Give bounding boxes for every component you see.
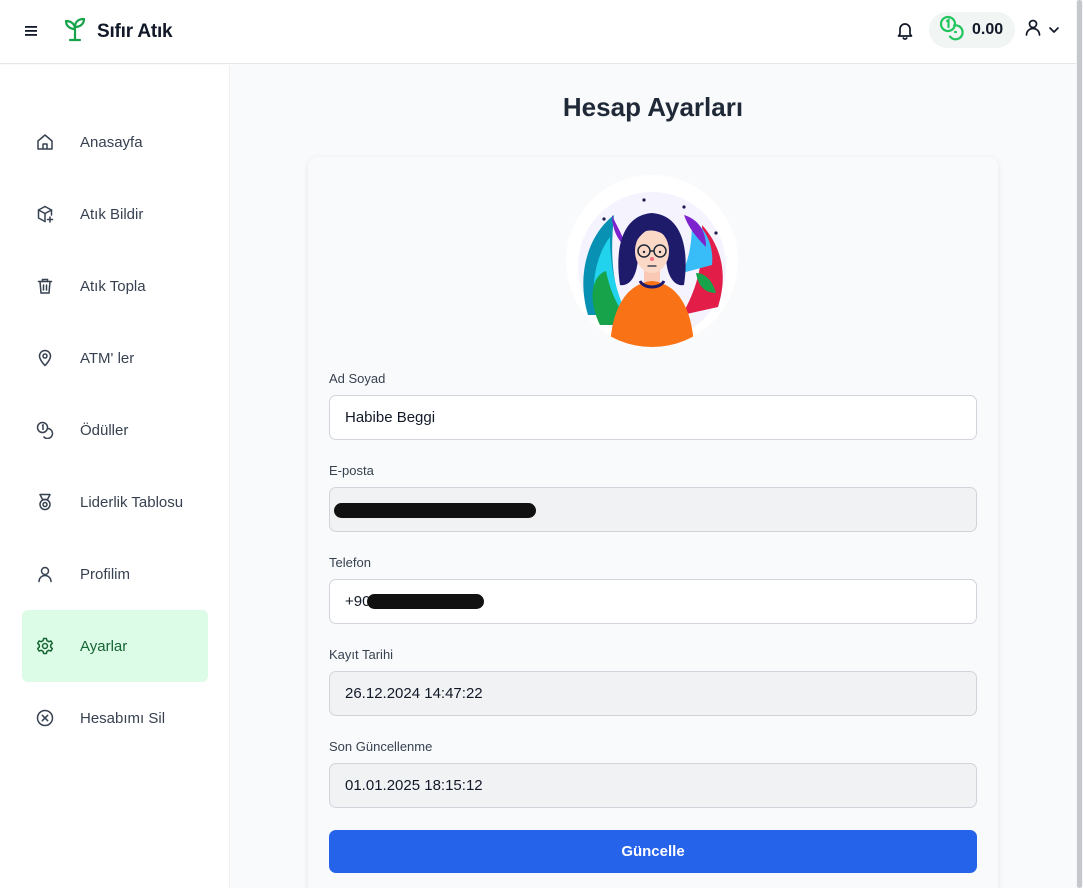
sidebar: Anasayfa Atık Bildir Atık Topla ATM' ler… [0,65,230,888]
sidebar-item-ayarlar[interactable]: Ayarlar [22,610,208,682]
email-label: E-posta [329,463,374,478]
package-plus-icon [34,203,56,225]
redaction-bar [334,503,536,518]
medal-icon [34,491,56,513]
notification-bell-icon[interactable] [893,18,917,42]
top-bar: Sıfır Atık 0.00 [0,0,1076,64]
sidebar-item-label: Profilim [80,565,131,583]
updated-date-label: Son Güncellenme [329,739,433,754]
coins-icon [939,15,967,46]
name-label: Ad Soyad [329,371,386,386]
page-title: Hesap Ayarları [562,92,744,122]
profile-avatar[interactable] [566,175,738,347]
phone-label: Telefon [329,555,371,570]
circle-x-icon [34,707,56,729]
created-date-label: Kayıt Tarihi [329,647,394,662]
created-date-field: 26.12.2024 14:47:22 [329,671,977,716]
sidebar-item-label: Atık Bildir [80,205,144,223]
sidebar-item-label: Ödüller [80,421,129,439]
balance-value: 0.00 [972,21,1004,38]
update-button[interactable]: Güncelle [329,830,977,873]
trash-icon [34,275,56,297]
home-icon [34,131,56,153]
scrollbar-thumb[interactable] [1077,0,1082,888]
name-field[interactable]: Habibe Beggi [329,395,977,440]
map-pin-icon [34,347,56,369]
sidebar-item-label: Ayarlar [80,637,128,655]
sidebar-item-oduller[interactable]: Ödüller [22,394,208,466]
user-menu[interactable] [1024,18,1060,41]
user-icon [1024,18,1042,41]
brand[interactable]: Sıfır Atık [63,16,173,47]
balance-badge[interactable]: 0.00 [929,12,1015,48]
brand-name: Sıfır Atık [97,20,173,42]
sidebar-item-anasayfa[interactable]: Anasayfa [22,106,208,178]
sidebar-item-label: Hesabımı Sil [80,709,166,727]
sidebar-item-label: ATM' ler [80,349,135,367]
sidebar-item-atik-topla[interactable]: Atık Topla [22,250,208,322]
updated-date-field: 01.01.2025 18:15:12 [329,763,977,808]
chevron-down-icon [1048,21,1060,39]
menu-icon[interactable] [20,20,42,42]
sprout-logo-icon [63,16,87,47]
sidebar-item-label: Atık Topla [80,277,146,295]
redaction-bar [367,594,484,609]
sidebar-item-atmler[interactable]: ATM' ler [22,322,208,394]
coins-icon [34,419,56,441]
sidebar-item-liderlik-tablosu[interactable]: Liderlik Tablosu [22,466,208,538]
sidebar-item-label: Liderlik Tablosu [80,493,184,511]
sidebar-item-hesabimi-sil[interactable]: Hesabımı Sil [22,682,208,754]
sidebar-item-profilim[interactable]: Profilim [22,538,208,610]
user-icon [34,563,56,585]
sidebar-item-label: Anasayfa [80,133,143,151]
sidebar-item-atik-bildir[interactable]: Atık Bildir [22,178,208,250]
gear-icon [34,635,56,657]
